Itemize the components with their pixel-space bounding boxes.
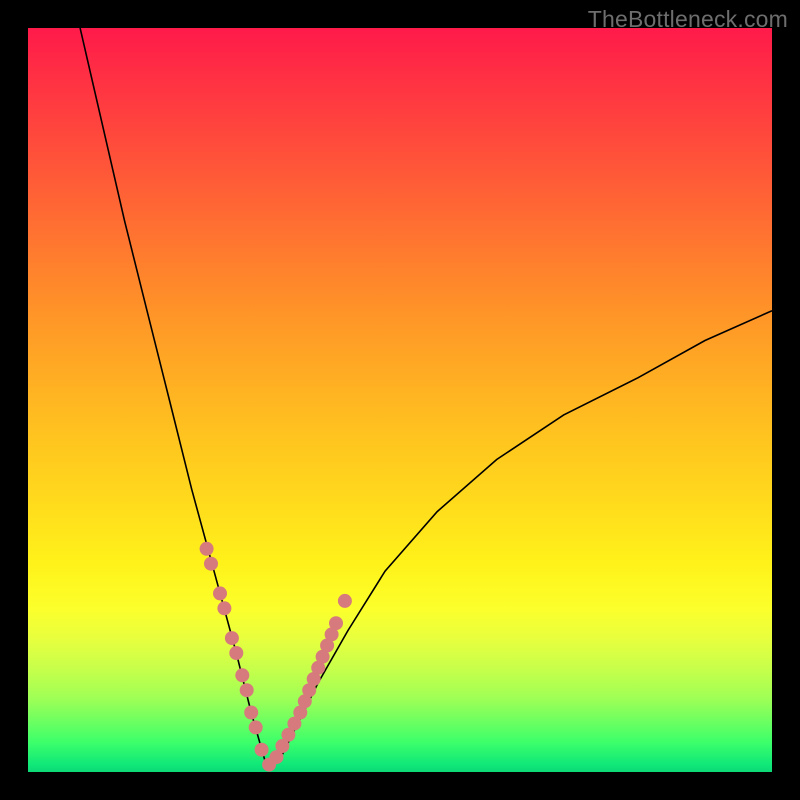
sample-dot [240,683,254,697]
sample-dot [329,616,343,630]
bottleneck-curve [80,28,772,765]
sample-dot [200,542,214,556]
sample-dot [225,631,239,645]
sample-dot [235,668,249,682]
sample-dot [249,720,263,734]
sample-dots-group [200,542,352,772]
sample-dot [244,706,258,720]
sample-dot [213,586,227,600]
sample-dot [204,557,218,571]
chart-svg [28,28,772,772]
chart-frame: TheBottleneck.com [0,0,800,800]
sample-dot [255,743,269,757]
sample-dot [229,646,243,660]
sample-dot [338,594,352,608]
plot-area [28,28,772,772]
sample-dot [217,601,231,615]
